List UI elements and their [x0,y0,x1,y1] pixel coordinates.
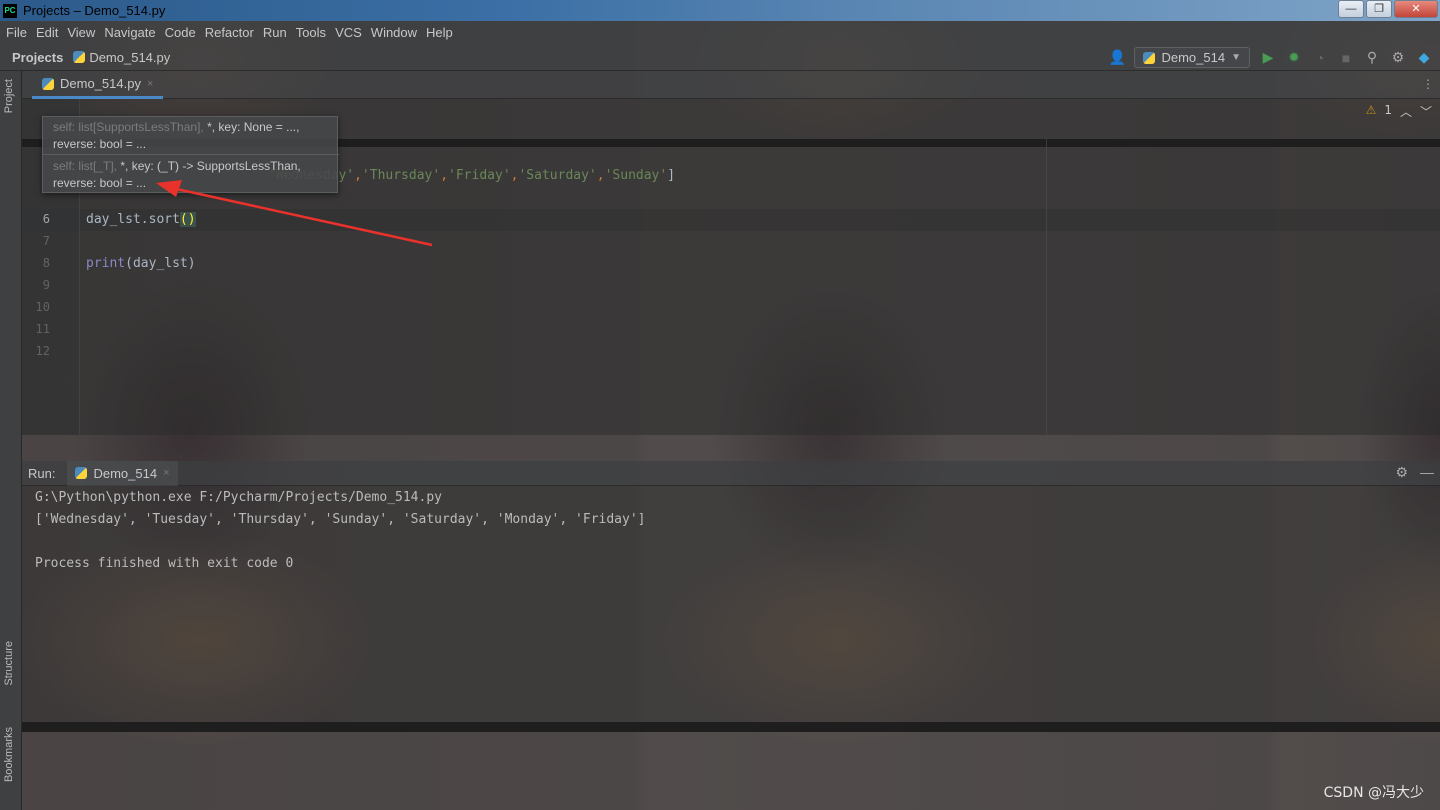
menu-help[interactable]: Help [426,25,453,40]
inspection-widget[interactable]: ⚠ 1 ︿ ﹀ [1366,103,1432,120]
python-file-icon [1143,51,1156,64]
popup-divider [43,154,339,155]
breadcrumb-file[interactable]: Demo_514.py [89,50,170,65]
menu-window[interactable]: Window [371,25,417,40]
current-line-highlight [22,209,1440,231]
right-margin-guide [1046,139,1047,435]
close-tab-icon[interactable]: × [163,467,169,479]
signature-1-text: *, key: None = ..., [203,120,300,134]
menu-edit[interactable]: Edit [36,25,58,40]
watermark: CSDN @冯大少 [1323,785,1424,801]
run-label: Run: [28,465,56,481]
coverage-icon[interactable]: ◔ [1312,50,1328,66]
comma: , [596,168,605,183]
menu-vcs[interactable]: VCS [335,25,362,40]
line-number: 12 [35,344,50,358]
arrow-up-icon[interactable]: ︿ [1400,103,1412,120]
signature-2-line2: reverse: bool = ... [53,176,147,190]
menu-code[interactable]: Code [165,25,196,40]
console-line: G:\Python\python.exe F:/Pycharm/Projects… [35,490,442,505]
signature-1-dim: self: list[SupportsLessThan], [53,120,204,134]
signature-2-dim: self: list[_T], [53,159,118,173]
console-line: ['Wednesday', 'Tuesday', 'Thursday', 'Su… [35,512,646,527]
editor-tab-demo-514[interactable]: Demo_514.py × [32,71,164,99]
signature-1-line2: reverse: bool = ... [53,137,147,151]
warning-icon: ⚠ [1365,103,1377,117]
main-toolbar: 👤 Demo_514 ▼ ▶ ✹ ◔ ■ ⚲ ⚙ ◆ [1108,47,1432,68]
bookmarks-tool-window-button[interactable]: Bookmarks [3,727,15,782]
arrow-down-icon[interactable]: ﹀ [1420,103,1432,120]
chevron-down-icon: ▼ [1231,52,1241,63]
user-icon[interactable]: 👤 [1108,49,1125,66]
window-title: Projects – Demo_514.py [23,3,166,18]
matched-parens: () [179,212,196,227]
parameter-info-popup: self: list[SupportsLessThan], *, key: No… [42,116,339,193]
code-line-print: print(day_lst) [86,256,196,271]
left-tool-strip: Project Structure Bookmarks [0,71,22,810]
search-icon[interactable]: ⚲ [1364,49,1380,66]
string-literal: 'Saturday' [518,168,597,183]
sort-call: day_lst.sort [86,212,180,227]
run-tool-window-header: Run: Demo_514 × ⚙ — [22,460,1440,486]
navigation-bar: Projects Demo_514.py 👤 Demo_514 ▼ ▶ ✹ ◔ … [0,44,1440,71]
run-configuration-label: Demo_514 [1161,50,1226,65]
line-number: 9 [42,278,50,292]
window-title-bar: PC Projects – Demo_514.py — ❐ ✕ [0,0,1440,21]
menu-navigate[interactable]: Navigate [104,25,155,40]
project-tool-window-button[interactable]: Project [3,79,15,113]
line-number: 6 [42,212,50,226]
line-number: 11 [35,322,50,336]
menu-refactor[interactable]: Refactor [205,25,254,40]
menu-file[interactable]: File [6,25,27,40]
jetbrains-toolbox-icon[interactable]: ◆ [1416,49,1432,66]
console-line: Process finished with exit code 0 [35,556,294,571]
menu-run[interactable]: Run [263,25,287,40]
run-configuration-select[interactable]: Demo_514 ▼ [1134,47,1250,68]
line-number: 7 [42,234,50,248]
line-number: 10 [35,300,50,314]
more-icon[interactable]: ⋮ [1422,77,1434,91]
string-literal: 'Thursday' [361,168,441,183]
signature-1: self: list[SupportsLessThan], *, key: No… [53,119,299,136]
print-args: (day_lst) [125,256,196,271]
gear-icon[interactable]: ⚙ [1390,49,1406,66]
minimize-icon[interactable]: — [1420,464,1434,481]
debug-icon[interactable]: ✹ [1286,49,1302,66]
run-tab-label: Demo_514 [93,465,158,481]
python-file-icon [42,77,54,90]
run-console[interactable]: G:\Python\python.exe F:/Pycharm/Projects… [22,486,1440,722]
warning-count: 1 [1384,103,1392,117]
close-tab-icon[interactable]: × [147,78,153,90]
restore-window-button[interactable]: ❐ [1366,0,1392,18]
menu-view[interactable]: View [67,25,95,40]
string-literal: 'Sunday' [604,168,668,183]
close-window-button[interactable]: ✕ [1394,0,1438,18]
comma: , [440,168,449,183]
breadcrumb-project[interactable]: Projects [12,50,63,65]
string-literal: 'Friday' [448,168,511,183]
pycharm-logo-icon: PC [3,3,17,18]
window-controls: — ❐ ✕ [1338,0,1438,18]
structure-tool-window-button[interactable]: Structure [3,641,15,686]
python-file-icon [73,51,86,63]
run-icon[interactable]: ▶ [1260,49,1276,66]
python-file-icon [75,467,88,479]
stop-icon[interactable]: ■ [1338,50,1354,66]
signature-2: self: list[_T], *, key: (_T) -> Supports… [53,158,301,175]
panel-divider [22,722,1440,732]
print-builtin: print [86,256,126,271]
code-line-sort: day_lst.sort() [86,212,196,227]
comma: , [354,168,362,183]
line-number: 8 [42,256,50,270]
bracket: ] [667,168,676,183]
signature-2-text: *, key: (_T) -> SupportsLessThan, [117,159,301,173]
editor-tab-row: Demo_514.py × ⋮ [22,71,1440,99]
minimize-window-button[interactable]: — [1338,0,1364,18]
editor-tab-label: Demo_514.py [60,76,141,91]
run-tab-demo-514[interactable]: Demo_514 × [67,460,178,486]
menu-tools[interactable]: Tools [296,25,326,40]
run-panel-actions: ⚙ — [1395,464,1434,481]
gear-icon[interactable]: ⚙ [1395,464,1408,481]
menu-bar: File Edit View Navigate Code Refactor Ru… [0,21,1440,44]
